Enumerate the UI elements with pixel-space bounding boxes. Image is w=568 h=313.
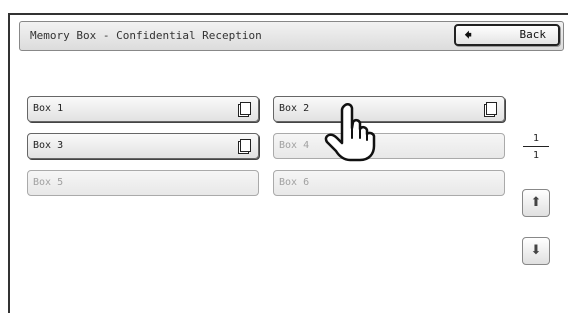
document-icon — [240, 102, 251, 115]
page-divider — [523, 146, 549, 147]
box-label: Box 1 — [33, 103, 64, 114]
box-label: Box 5 — [33, 177, 64, 188]
box-1-button[interactable]: Box 1 — [27, 96, 259, 122]
left-arrow-icon: 🠸 — [464, 25, 473, 44]
scroll-down-button[interactable]: ⬇ — [522, 237, 550, 265]
total-pages: 1 — [532, 150, 540, 161]
back-button[interactable]: 🠸 Back — [454, 24, 560, 46]
box-2-button[interactable]: Box 2 — [273, 96, 505, 122]
page-indicator: 1 1 — [519, 133, 553, 161]
box-label: Box 2 — [279, 103, 310, 114]
scroll-up-button[interactable]: ⬆ — [522, 189, 550, 217]
page-title: Memory Box - Confidential Reception — [30, 29, 262, 42]
pointing-hand-icon — [324, 103, 376, 162]
document-icon — [240, 139, 251, 152]
back-label: Back — [519, 28, 547, 41]
down-arrow-icon: ⬇ — [530, 243, 542, 258]
box-3-button[interactable]: Box 3 — [27, 133, 259, 159]
screen-frame — [8, 13, 568, 313]
document-icon — [486, 102, 497, 115]
box-label: Box 4 — [279, 140, 310, 151]
box-6-button: Box 6 — [273, 170, 505, 196]
box-label: Box 3 — [33, 140, 64, 151]
box-5-button: Box 5 — [27, 170, 259, 196]
current-page: 1 — [532, 133, 540, 144]
up-arrow-icon: ⬆ — [530, 195, 542, 210]
box-label: Box 6 — [279, 177, 310, 188]
box-4-button: Box 4 — [273, 133, 505, 159]
